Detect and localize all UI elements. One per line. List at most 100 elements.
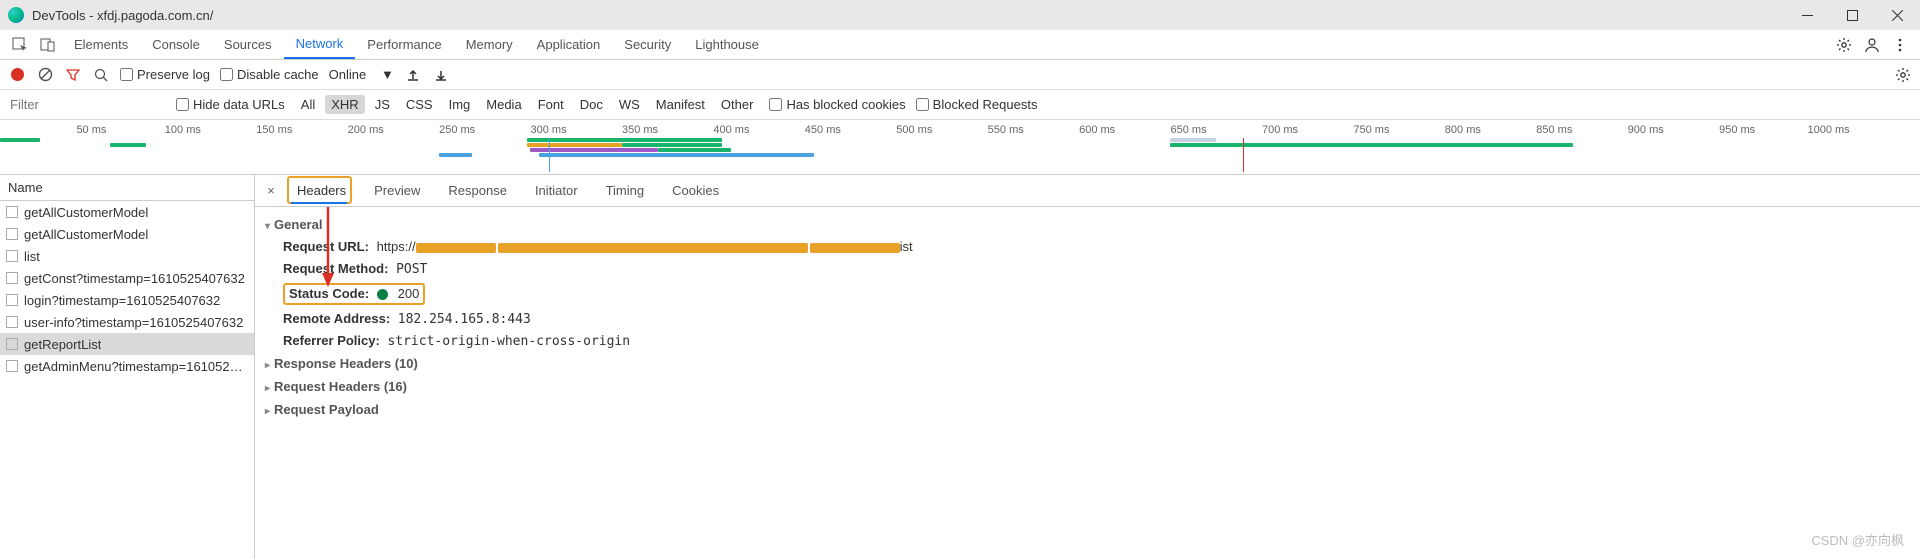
timeline-bar	[527, 143, 622, 147]
clear-button[interactable]	[36, 66, 54, 84]
section-general[interactable]: General	[255, 213, 1920, 236]
request-row[interactable]: getAllCustomerModel	[0, 223, 254, 245]
details-tab-headers[interactable]: Headers	[283, 175, 360, 206]
timeline-bar	[439, 153, 472, 157]
close-details-button[interactable]: ×	[259, 175, 283, 206]
devtools-main-toolbar: ElementsConsoleSourcesNetworkPerformance…	[0, 30, 1920, 60]
disable-cache-label: Disable cache	[237, 67, 319, 82]
hide-data-urls-checkbox[interactable]: Hide data URLs	[176, 97, 285, 112]
panel-tab-lighthouse[interactable]: Lighthouse	[683, 30, 771, 59]
timeline-tick: 250 ms	[439, 124, 475, 136]
disable-cache-checkbox[interactable]: Disable cache	[220, 67, 319, 82]
window-controls	[1785, 0, 1920, 30]
timeline-tick: 200 ms	[348, 124, 384, 136]
request-row[interactable]: list	[0, 245, 254, 267]
request-row[interactable]: getReportList	[0, 333, 254, 355]
type-filter-media[interactable]: Media	[480, 95, 527, 114]
panel-tab-application[interactable]: Application	[525, 30, 613, 59]
blocked-cookies-checkbox[interactable]: Has blocked cookies	[769, 97, 905, 112]
request-row[interactable]: user-info?timestamp=1610525407632	[0, 311, 254, 333]
request-name: getAllCustomerModel	[24, 205, 148, 220]
panel-tab-security[interactable]: Security	[612, 30, 683, 59]
request-row[interactable]: getConst?timestamp=1610525407632	[0, 267, 254, 289]
device-toolbar-icon[interactable]	[34, 30, 62, 59]
account-icon[interactable]	[1858, 37, 1886, 53]
type-filter-ws[interactable]: WS	[613, 95, 646, 114]
panel-tab-network[interactable]: Network	[284, 30, 356, 59]
panel-tab-sources[interactable]: Sources	[212, 30, 284, 59]
type-filter-all[interactable]: All	[295, 95, 321, 114]
request-favicon-icon	[6, 294, 18, 306]
type-filter-js[interactable]: JS	[369, 95, 396, 114]
timeline-tick: 500 ms	[896, 124, 932, 136]
download-har-icon[interactable]	[432, 66, 450, 84]
details-tab-preview[interactable]: Preview	[360, 175, 434, 206]
window-title: DevTools - xfdj.pagoda.com.cn/	[32, 8, 213, 23]
more-menu-icon[interactable]	[1886, 37, 1914, 53]
panel-tab-console[interactable]: Console	[140, 30, 212, 59]
search-icon[interactable]	[92, 66, 110, 84]
type-filter-img[interactable]: Img	[443, 95, 477, 114]
filter-icon[interactable]	[64, 66, 82, 84]
type-filter-doc[interactable]: Doc	[574, 95, 609, 114]
section-request-headers[interactable]: Request Headers (16)	[255, 375, 1920, 398]
details-tab-initiator[interactable]: Initiator	[521, 175, 592, 206]
general-request-url: Request URL: https://ist	[255, 236, 1920, 258]
details-body: General Request URL: https://ist Request…	[255, 207, 1920, 559]
section-request-payload[interactable]: Request Payload	[255, 398, 1920, 421]
window-close-button[interactable]	[1875, 0, 1920, 30]
timeline-tick: 600 ms	[1079, 124, 1115, 136]
request-favicon-icon	[6, 360, 18, 372]
toolbar-right-icons	[1830, 30, 1914, 59]
request-row[interactable]: login?timestamp=1610525407632	[0, 289, 254, 311]
preserve-log-checkbox[interactable]: Preserve log	[120, 67, 210, 82]
network-controls-bar: Preserve log Disable cache Online ▼	[0, 60, 1920, 90]
general-remote-address: Remote Address: 182.254.165.8:443	[255, 308, 1920, 330]
throttling-value: Online	[329, 67, 367, 82]
type-filter-css[interactable]: CSS	[400, 95, 439, 114]
record-button[interactable]	[8, 66, 26, 84]
domcontentloaded-marker	[549, 138, 550, 172]
timeline-tick: 50 ms	[76, 124, 106, 136]
request-list: Name getAllCustomerModel getAllCustomerMo…	[0, 175, 255, 559]
network-settings-gear-icon[interactable]	[1894, 66, 1912, 84]
filter-input[interactable]	[6, 95, 166, 114]
type-filter-font[interactable]: Font	[532, 95, 570, 114]
window-minimize-button[interactable]	[1785, 0, 1830, 30]
panel-tab-memory[interactable]: Memory	[454, 30, 525, 59]
timeline-tick: 400 ms	[713, 124, 749, 136]
timeline-tick: 850 ms	[1536, 124, 1572, 136]
general-referrer-policy: Referrer Policy: strict-origin-when-cros…	[255, 330, 1920, 352]
request-favicon-icon	[6, 338, 18, 350]
request-favicon-icon	[6, 228, 18, 240]
details-tab-cookies[interactable]: Cookies	[658, 175, 733, 206]
details-tab-response[interactable]: Response	[434, 175, 521, 206]
timeline-bar	[110, 143, 147, 147]
type-filter-xhr[interactable]: XHR	[325, 95, 364, 114]
type-filter-manifest[interactable]: Manifest	[650, 95, 711, 114]
blocked-requests-checkbox[interactable]: Blocked Requests	[916, 97, 1038, 112]
details-tab-timing[interactable]: Timing	[592, 175, 659, 206]
throttling-select[interactable]: Online ▼	[329, 67, 394, 82]
request-row[interactable]: getAllCustomerModel	[0, 201, 254, 223]
panel-tab-performance[interactable]: Performance	[355, 30, 453, 59]
load-marker	[1243, 138, 1244, 172]
settings-gear-icon[interactable]	[1830, 37, 1858, 53]
network-timeline-overview[interactable]: 50 ms100 ms150 ms200 ms250 ms300 ms350 m…	[0, 120, 1920, 175]
timeline-tick: 350 ms	[622, 124, 658, 136]
type-filter-other[interactable]: Other	[715, 95, 760, 114]
inspect-element-icon[interactable]	[6, 30, 34, 59]
request-favicon-icon	[6, 206, 18, 218]
request-list-header[interactable]: Name	[0, 175, 254, 201]
timeline-bar	[622, 143, 723, 147]
window-maximize-button[interactable]	[1830, 0, 1875, 30]
blocked-requests-label: Blocked Requests	[933, 97, 1038, 112]
upload-har-icon[interactable]	[404, 66, 422, 84]
hide-data-urls-label: Hide data URLs	[193, 97, 285, 112]
request-row[interactable]: getAdminMenu?timestamp=161052540...	[0, 355, 254, 377]
timeline-tick: 950 ms	[1719, 124, 1755, 136]
general-request-method: Request Method: POST	[255, 258, 1920, 280]
section-response-headers[interactable]: Response Headers (10)	[255, 352, 1920, 375]
general-status-code: Status Code: 200	[255, 280, 1920, 308]
panel-tab-elements[interactable]: Elements	[62, 30, 140, 59]
